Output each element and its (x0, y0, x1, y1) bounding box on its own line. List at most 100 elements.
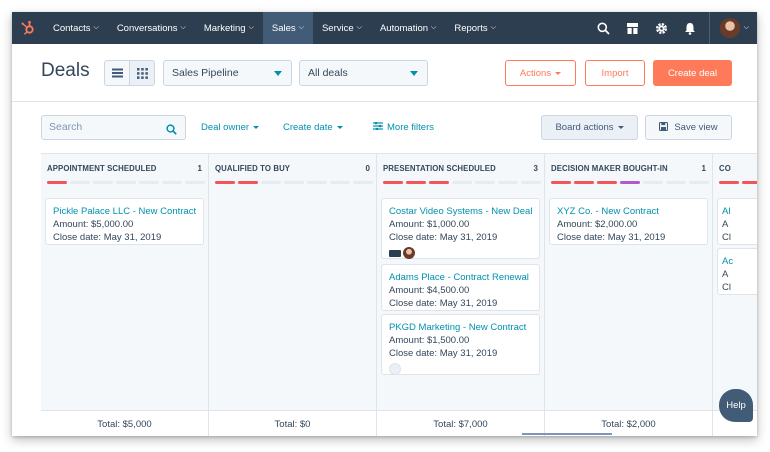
deal-name-link[interactable]: Costar Video Systems - New Deal (389, 205, 532, 218)
create-date-filter[interactable]: Create date (283, 122, 343, 133)
nav-sales[interactable]: Sales ⌵ (262, 12, 313, 44)
chevron-down-icon: ⌵ (298, 24, 304, 31)
deal-card[interactable]: XYZ Co. - New Contract Amount: $2,000.00 C… (549, 198, 708, 245)
board-view-icon[interactable] (129, 61, 154, 85)
deal-name-link[interactable]: PKGD Marketing - New Contract (389, 321, 532, 334)
chevron-down-icon: ⌵ (248, 24, 254, 31)
deal-card[interactable]: Pickle Palace LLC - New Contract Amount: … (45, 198, 204, 245)
marketplace-icon[interactable] (618, 12, 647, 44)
deal-owners (389, 247, 532, 259)
deal-owners (389, 363, 532, 375)
deal-card[interactable]: Ac A Cl (717, 248, 757, 295)
nav-reports[interactable]: Reports ⌵ (445, 12, 505, 44)
deal-owner-filter[interactable]: Deal owner (201, 122, 260, 133)
pipeline-select-value: Sales Pipeline (172, 67, 239, 79)
board-actions-label: Board actions (555, 122, 614, 133)
account-menu[interactable]: ⌵ (708, 12, 757, 44)
gear-icon[interactable] (647, 12, 676, 44)
stage-progress-segment (215, 181, 235, 184)
stage-progress-segment (353, 181, 373, 184)
help-button[interactable]: Help (719, 389, 753, 422)
nav-label: Marketing (203, 22, 246, 34)
deal-card[interactable]: Costar Video Systems - New Deal Amount: $… (381, 198, 540, 259)
page-header: Deals Sales Pipeline All deals Actions I… (12, 44, 757, 102)
stage-progress (215, 181, 373, 184)
avatar (719, 18, 740, 38)
caret-down-icon (410, 71, 418, 76)
stage-progress-segment (162, 181, 182, 184)
company-logo-icon (389, 249, 401, 257)
stage-progress-segment (47, 181, 67, 184)
more-filters-link[interactable]: More filters (373, 121, 434, 134)
create-deal-button[interactable]: Create deal (653, 60, 732, 86)
stage-total: Total: $7,000 (377, 410, 544, 436)
board-actions-button[interactable]: Board actions (541, 115, 638, 140)
stage-title: QUALIFIED TO BUY (215, 164, 291, 173)
stage-progress-segment (185, 181, 205, 184)
save-view-button[interactable]: Save view (645, 115, 732, 140)
stage-column: PRESENTATION SCHEDULED 3 Costar Video Syst… (377, 154, 545, 436)
search-input[interactable] (49, 121, 159, 133)
view-select[interactable]: All deals (299, 60, 428, 86)
nav-label: Sales (271, 22, 296, 34)
deal-amount: Amount: $1,000.00 (389, 219, 470, 230)
stage-cards (209, 196, 376, 410)
deal-name-link[interactable]: XYZ Co. - New Contract (557, 205, 700, 218)
deal-card[interactable]: PKGD Marketing - New Contract Amount: $1,… (381, 314, 540, 375)
deal-amount: A (722, 219, 729, 230)
nav-conversations[interactable]: Conversations ⌵ (108, 12, 195, 44)
stage-title: CO (719, 164, 731, 173)
deal-name-link[interactable]: Adams Place - Contract Renewal (389, 271, 532, 284)
deal-card[interactable]: Al A Cl (717, 198, 757, 245)
import-button-label: Import (601, 67, 629, 79)
search-icon[interactable] (166, 122, 177, 140)
stage-progress-segment (551, 181, 571, 184)
stage-progress-segment (70, 181, 90, 184)
stage-title: APPOINTMENT SCHEDULED (47, 164, 157, 173)
stage-progress-segment (452, 181, 472, 184)
stage-progress-segment (666, 181, 686, 184)
stage-cards: Costar Video Systems - New Deal Amount: $… (377, 196, 544, 410)
chevron-down-icon: ⌵ (490, 24, 496, 31)
hubspot-logo-icon[interactable] (12, 12, 44, 44)
nav-marketing[interactable]: Marketing ⌵ (195, 12, 263, 44)
pipeline-select[interactable]: Sales Pipeline (163, 60, 292, 86)
deal-amount: Amount: $2,000.00 (557, 219, 638, 230)
deal-close-date: Close date: May 31, 2019 (53, 232, 162, 243)
create-date-label: Create date (283, 122, 333, 133)
stage-column: APPOINTMENT SCHEDULED 1 Pickle Palace LLC … (41, 154, 209, 436)
nav-automation[interactable]: Automation ⌵ (371, 12, 445, 44)
bell-icon[interactable] (676, 12, 705, 44)
save-icon (659, 121, 669, 134)
deal-name-link[interactable]: Pickle Palace LLC - New Contract (53, 205, 196, 218)
deal-close-date: Cl (722, 282, 731, 293)
actions-button[interactable]: Actions (505, 60, 576, 86)
deal-amount: Amount: $5,000.00 (53, 219, 134, 230)
deal-name-link[interactable]: Ac (722, 255, 757, 268)
horizontal-scrollbar[interactable] (522, 433, 612, 435)
stage-progress-segment (475, 181, 495, 184)
help-button-label: Help (726, 400, 746, 411)
filter-icon (373, 121, 383, 133)
stage-progress (719, 181, 757, 184)
import-button[interactable]: Import (585, 60, 645, 86)
list-view-icon[interactable] (105, 61, 129, 85)
deal-close-date: Close date: May 31, 2019 (389, 232, 498, 243)
stage-progress (383, 181, 541, 184)
stage-progress-segment (93, 181, 113, 184)
caret-down-icon (274, 71, 282, 76)
stage-cards: XYZ Co. - New Contract Amount: $2,000.00 C… (545, 196, 712, 410)
nav-service[interactable]: Service ⌵ (313, 12, 371, 44)
deal-name-link[interactable]: Al (722, 205, 757, 218)
stage-progress-segment (116, 181, 136, 184)
caret-down-icon (253, 125, 260, 129)
search-icon[interactable] (589, 12, 618, 44)
stage-column-header: DECISION MAKER BOUGHT-IN 1 (545, 154, 712, 196)
stage-title: DECISION MAKER BOUGHT-IN (551, 164, 668, 173)
stage-cards: Al A Cl Ac A Cl (713, 196, 757, 410)
nav-contacts[interactable]: Contacts ⌵ (44, 12, 108, 44)
more-filters-label: More filters (387, 122, 434, 134)
actions-button-label: Actions (519, 67, 552, 79)
view-select-value: All deals (308, 67, 348, 79)
deal-card[interactable]: Adams Place - Contract Renewal Amount: $4… (381, 264, 540, 311)
